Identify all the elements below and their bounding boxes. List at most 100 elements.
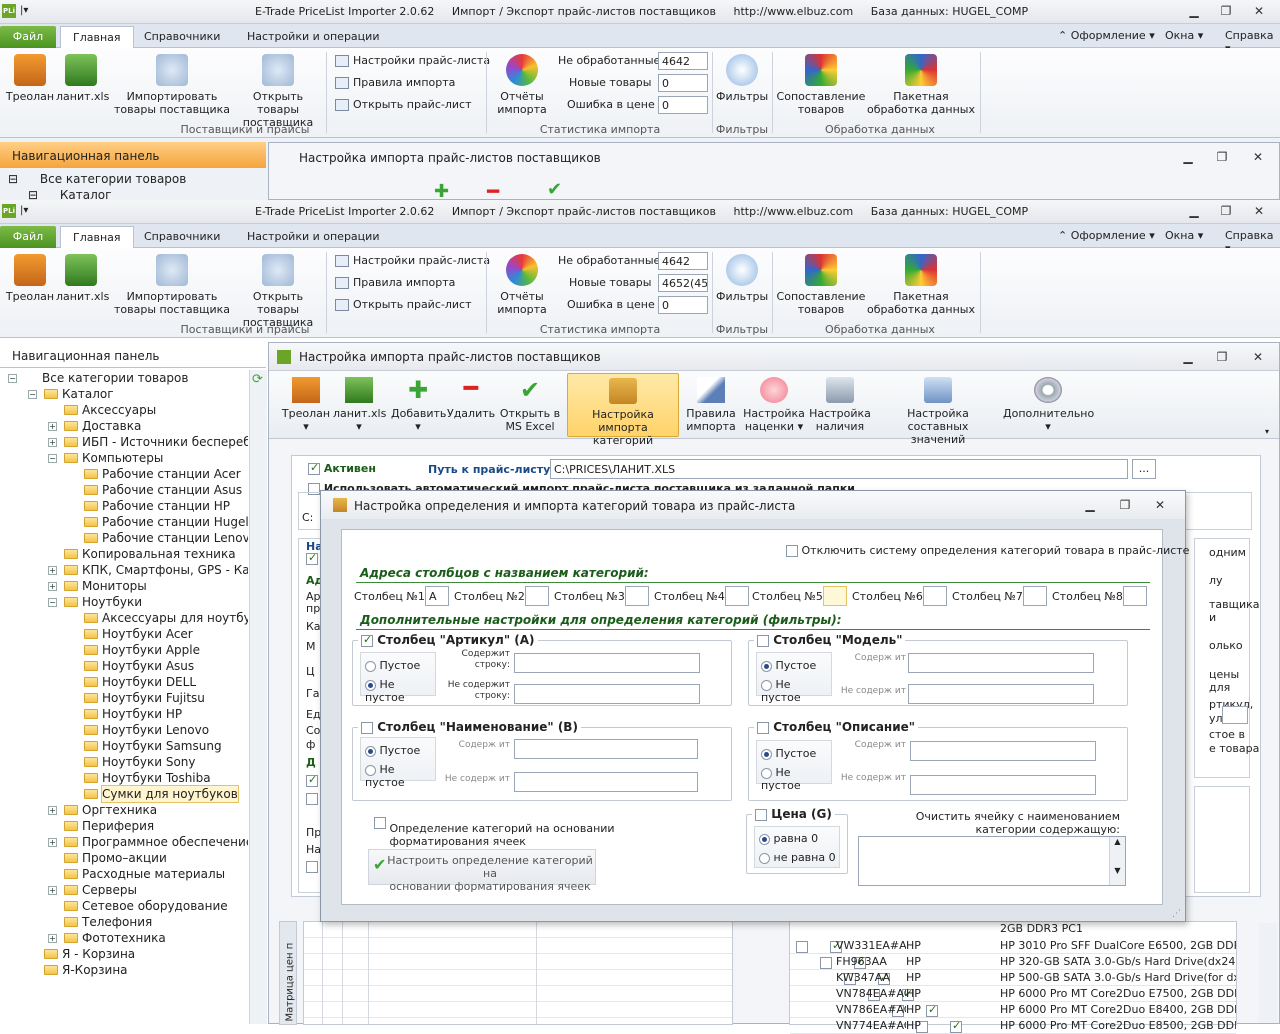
ribbon-batch[interactable]: Пакетная обработка данных	[866, 254, 976, 316]
expand-icon[interactable]: +	[48, 422, 57, 431]
check-icon[interactable]: ✔	[547, 179, 562, 200]
expand-icon[interactable]: +	[48, 838, 57, 847]
tb-rules[interactable]: Правила импорта	[683, 373, 739, 437]
radio[interactable]	[365, 660, 376, 672]
price-neq0[interactable]: не равна 0	[759, 851, 836, 864]
tb-treolan[interactable]: Треолан ▾	[281, 373, 331, 437]
tree-node[interactable]: Ноутбуки Asus	[0, 658, 248, 674]
name-checkbox[interactable]	[361, 721, 373, 734]
menu-design[interactable]: ⌃ Оформление ▾	[1058, 29, 1155, 42]
disable-row[interactable]: Отключить систему определения категорий …	[786, 544, 1189, 557]
menu-windows[interactable]: Окна ▾	[1165, 29, 1203, 42]
tb-lanit[interactable]: ланит.xls ▾	[333, 373, 386, 437]
tree-node[interactable]: − Каталог	[0, 386, 248, 402]
radio[interactable]	[761, 660, 772, 672]
active-checkbox[interactable]	[308, 461, 320, 475]
ribbon-s1[interactable]: Настройки прайс-листа	[335, 54, 490, 67]
restore-icon[interactable]: ❐	[1116, 497, 1134, 513]
tb-delete[interactable]: ━ Удалить	[447, 373, 495, 437]
group-desc-title[interactable]: Столбец "Описание"	[754, 720, 919, 734]
minimize-icon[interactable]: ▁	[1179, 149, 1197, 165]
row-select-checkbox[interactable]	[820, 957, 832, 969]
qat-dropdown-icon[interactable]: |▾	[20, 205, 28, 216]
minimize-icon[interactable]: ▁	[1179, 349, 1197, 365]
refresh-icon[interactable]: ⟳	[252, 372, 263, 387]
tree-node[interactable]: Аксессуары	[0, 402, 248, 418]
tree-node[interactable]: + Серверы	[0, 882, 248, 898]
menu-file[interactable]: Файл	[0, 26, 56, 48]
ribbon-filters[interactable]: Фильтры	[716, 54, 768, 103]
resize-grip-icon[interactable]: ⋰	[1172, 909, 1181, 919]
menu-ref[interactable]: Справочники	[132, 26, 232, 48]
tree-node[interactable]: Ноутбуки Lenovo	[0, 722, 248, 738]
column-input[interactable]	[823, 586, 847, 606]
radio[interactable]	[365, 679, 376, 691]
expand-icon[interactable]: +	[48, 438, 57, 447]
collapse-icon[interactable]: −	[8, 374, 17, 383]
textarea-scrollbar[interactable]: ▲ ▼	[1109, 837, 1125, 885]
tree-node[interactable]: − Все категории товаров	[0, 370, 248, 386]
tb-availability[interactable]: Настройка наличия	[809, 373, 871, 437]
price-checkbox[interactable]	[755, 808, 767, 821]
ribbon-s3[interactable]: Открыть прайс-лист	[335, 298, 471, 311]
price-eq0[interactable]: равна 0	[759, 832, 818, 845]
name-contains-input[interactable]	[514, 739, 698, 759]
radio[interactable]	[759, 852, 770, 864]
expand-icon[interactable]: +	[48, 934, 57, 943]
close-icon[interactable]: ✕	[1249, 349, 1267, 365]
tree-node[interactable]: Ноутбуки Fujitsu	[0, 690, 248, 706]
old-tree-root[interactable]: ⊟ Все категории товаров	[8, 172, 186, 186]
scroll-up-icon[interactable]: ▲	[1110, 837, 1125, 846]
ribbon-treolan[interactable]: Треолан	[4, 254, 56, 303]
model-notempty[interactable]: Не пустое	[761, 678, 831, 704]
ribbon-batch[interactable]: Пакетная обработка данных	[866, 54, 976, 116]
tb-category-import[interactable]: Настройка импорта категорий	[567, 373, 679, 447]
format-settings-button[interactable]: ✔ Настроить определение категорий на осно…	[368, 849, 596, 893]
model-empty[interactable]: Пустое	[761, 659, 816, 672]
ribbon-lanit[interactable]: ланит.xls	[56, 254, 109, 303]
active-row[interactable]: Активен	[308, 461, 376, 475]
minimize-icon[interactable]: ▁	[1081, 497, 1099, 513]
radio[interactable]	[759, 833, 770, 845]
column-input[interactable]	[1123, 586, 1147, 606]
model-checkbox[interactable]	[757, 634, 769, 647]
old-tree-catalog[interactable]: ⊟ Каталог	[28, 188, 111, 200]
column-input[interactable]	[625, 586, 649, 606]
close-icon[interactable]: ✕	[1250, 203, 1268, 219]
frag-checkbox[interactable]	[306, 793, 318, 805]
radio[interactable]	[761, 767, 772, 779]
tree-node[interactable]: − Компьютеры	[0, 450, 248, 466]
tree-node[interactable]: Ноутбуки Toshiba	[0, 770, 248, 786]
tree-node[interactable]: + Оргтехника	[0, 802, 248, 818]
name-notempty[interactable]: Не пустое	[365, 763, 435, 789]
tree-node[interactable]: Рабочие станции Acer	[0, 466, 248, 482]
model-contains-input[interactable]	[908, 653, 1094, 673]
menu-settings[interactable]: Настройки и операции	[235, 226, 391, 248]
column-input[interactable]	[923, 586, 947, 606]
minimize-icon[interactable]: ▁	[1185, 3, 1203, 19]
expand-icon[interactable]: +	[48, 566, 57, 575]
tree-node[interactable]: Рабочие станции Lenovo	[0, 530, 248, 546]
restore-icon[interactable]: ❐	[1213, 349, 1231, 365]
expand-icon[interactable]: +	[48, 886, 57, 895]
ribbon-reports[interactable]: Отчёты импорта	[490, 254, 554, 316]
name-empty[interactable]: Пустое	[365, 744, 420, 757]
desc-empty[interactable]: Пустое	[761, 747, 816, 760]
nav-splitter[interactable]: ⟳	[249, 370, 267, 1024]
toolbar-overflow-icon[interactable]: ▾	[1265, 427, 1269, 436]
model-notcontains-input[interactable]	[908, 684, 1094, 704]
menu-settings[interactable]: Настройки и операции	[235, 26, 391, 48]
tree-node[interactable]: Телефония	[0, 914, 248, 930]
radio[interactable]	[365, 745, 376, 757]
tree-node[interactable]: + Фототехника	[0, 930, 248, 946]
radio[interactable]	[365, 764, 376, 776]
minimize-icon[interactable]: ▁	[1185, 203, 1203, 219]
ribbon-import[interactable]: Импортировать товары поставщика	[112, 254, 232, 316]
frag-checkbox[interactable]	[306, 773, 318, 787]
menu-design[interactable]: ⌃ Оформление ▾	[1058, 229, 1155, 242]
disable-checkbox[interactable]	[786, 545, 798, 557]
restore-icon[interactable]: ❐	[1217, 203, 1235, 219]
tree-node[interactable]: Аксессуары для ноутбуко	[0, 610, 248, 626]
tree-node[interactable]: Рабочие станции Asus	[0, 482, 248, 498]
tree-node[interactable]: Ноутбуки Samsung	[0, 738, 248, 754]
